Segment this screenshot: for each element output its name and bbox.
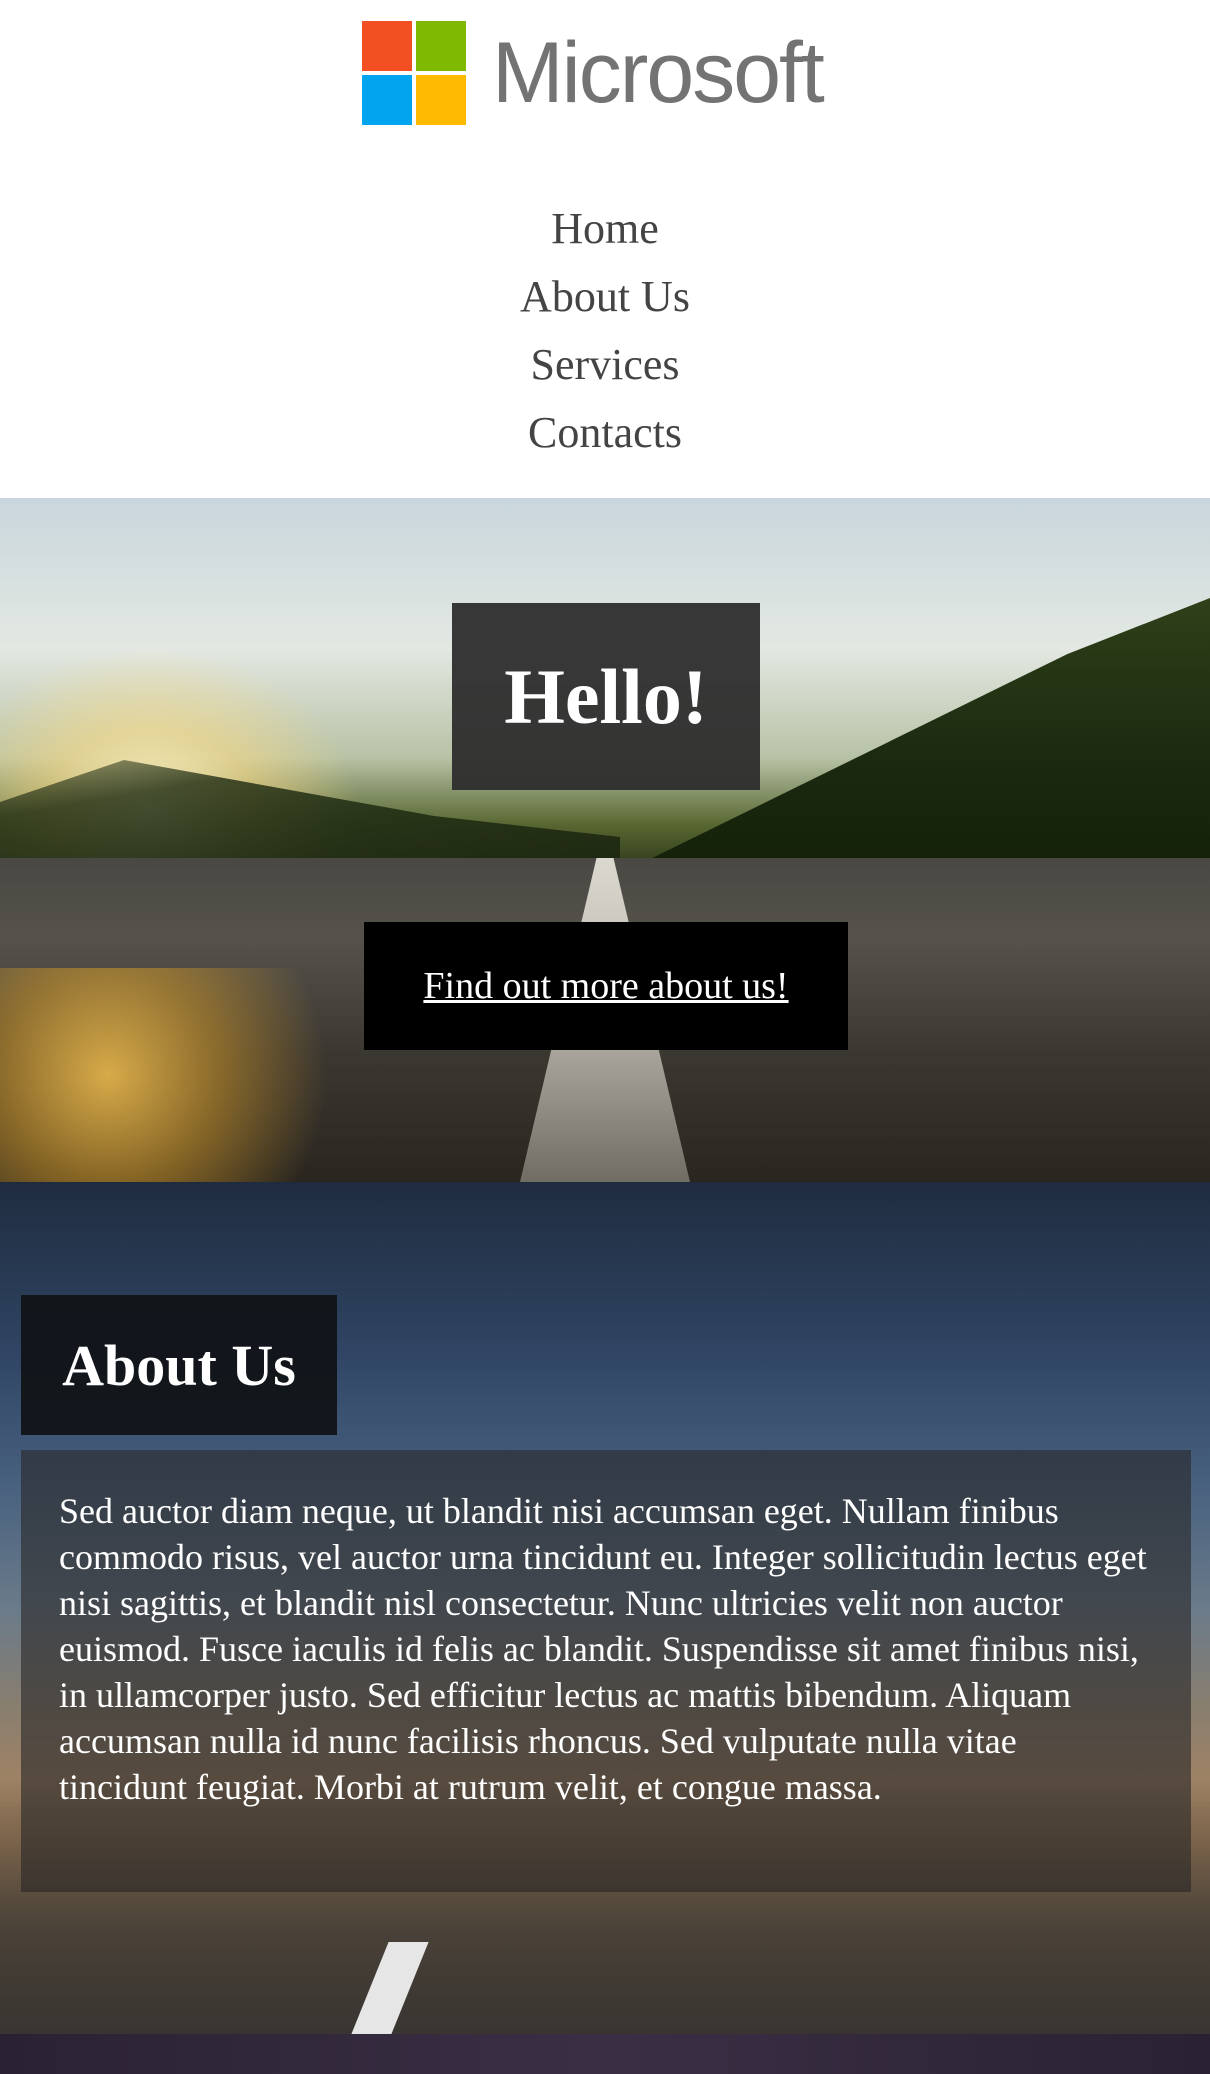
about-body-text: Sed auctor diam neque, ut blandit nisi a… <box>59 1491 1147 1807</box>
logo-wordmark: Microsoft <box>492 25 825 121</box>
main-nav: Home About Us Services Contacts <box>0 195 1210 467</box>
nav-link-services[interactable]: Services <box>530 340 679 389</box>
next-section-edge <box>0 2034 1210 2074</box>
find-out-more-button[interactable]: Find out more about us! <box>364 922 848 1050</box>
hero-section: Hello! Find out more about us! <box>0 498 1210 1182</box>
nav-item-home[interactable]: Home <box>0 195 1210 263</box>
find-out-more-link[interactable]: Find out more about us! <box>423 964 788 1008</box>
nav-link-about-us[interactable]: About Us <box>520 272 690 321</box>
logo-square-green <box>416 21 466 71</box>
about-title: About Us <box>62 1332 296 1398</box>
nav-link-home[interactable]: Home <box>551 204 659 253</box>
nav-item-contacts[interactable]: Contacts <box>0 399 1210 467</box>
nav-item-services[interactable]: Services <box>0 331 1210 399</box>
logo-square-red <box>362 21 412 71</box>
nav-item-about-us[interactable]: About Us <box>0 263 1210 331</box>
hero-heading-box: Hello! <box>452 603 760 790</box>
logo-square-yellow <box>416 75 466 125</box>
hero-background-bokeh <box>0 968 360 1182</box>
about-title-box: About Us <box>21 1295 337 1435</box>
logo-square-blue <box>362 75 412 125</box>
about-section: About Us Sed auctor diam neque, ut bland… <box>0 1182 1210 2034</box>
windows-logo-icon <box>362 21 466 125</box>
microsoft-logo[interactable]: Microsoft <box>362 20 825 126</box>
hero-heading: Hello! <box>504 652 708 740</box>
site-header: Microsoft Home About Us Services Contact… <box>0 0 1210 498</box>
nav-link-contacts[interactable]: Contacts <box>528 408 682 457</box>
about-text-box: Sed auctor diam neque, ut blandit nisi a… <box>21 1450 1191 1892</box>
